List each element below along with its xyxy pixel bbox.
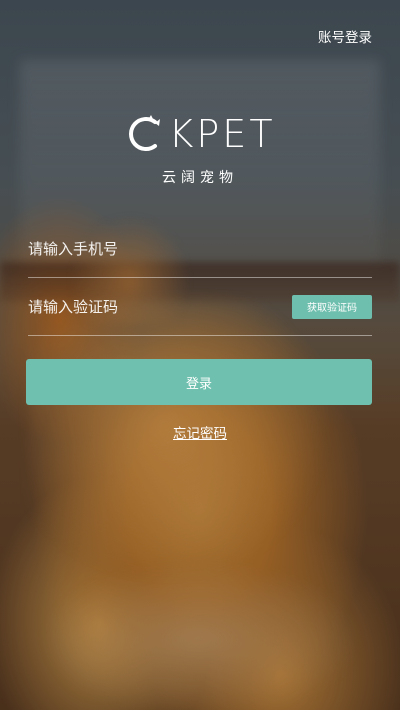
login-button[interactable]: 登录 [26, 359, 372, 405]
login-screen: 账号登录 KPET 云阔宠物 获取验证码 登录 忘记密码 [0, 0, 400, 710]
app-logo: KPET 云阔宠物 [0, 113, 400, 187]
phone-input[interactable] [28, 239, 268, 258]
forgot-password-link[interactable]: 忘记密码 [0, 422, 400, 442]
cat-c-logo-icon [129, 115, 161, 151]
brand-subtitle: 云阔宠物 [162, 170, 238, 186]
phone-field [28, 220, 372, 278]
account-login-link[interactable]: 账号登录 [318, 26, 372, 46]
get-code-button[interactable]: 获取验证码 [292, 294, 372, 319]
code-input[interactable] [28, 297, 268, 316]
code-field: 获取验证码 [28, 278, 372, 336]
background-overlay [0, 0, 400, 710]
brand-text: KPET [168, 112, 276, 156]
